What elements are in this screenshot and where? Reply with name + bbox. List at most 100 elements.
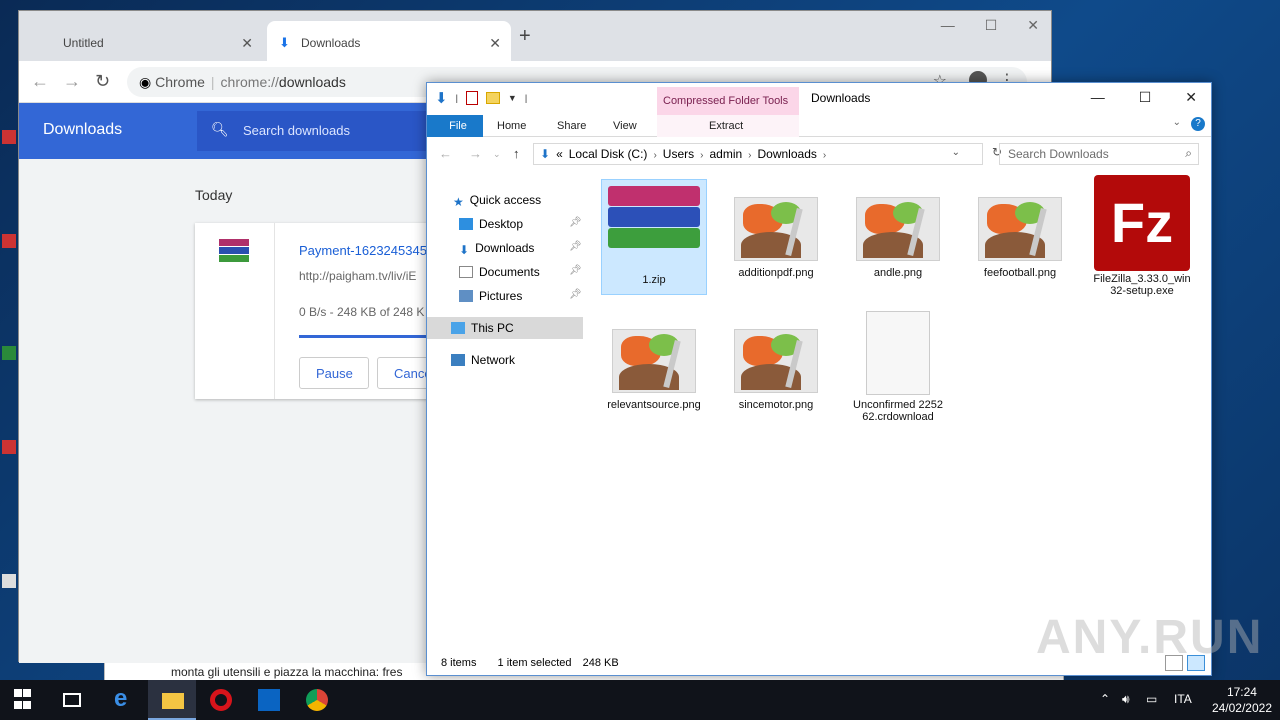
desktop-shortcut-icon[interactable] xyxy=(2,342,18,382)
sidebar-item-quick-access[interactable]: ★ Quick access xyxy=(453,189,541,211)
properties-icon[interactable] xyxy=(465,91,478,105)
taskbar-edge[interactable]: e xyxy=(100,680,148,720)
desktop-shortcut-icon[interactable] xyxy=(2,230,18,270)
explorer-title-bar: ⬇ | ▼ | Compressed Folder Tools Download… xyxy=(427,83,1211,117)
sidebar-item-desktop[interactable]: Desktop 📌︎ xyxy=(459,213,585,235)
sidebar-item-this-pc[interactable]: This PC xyxy=(427,317,583,339)
input-language[interactable]: ITA xyxy=(1174,692,1192,706)
breadcrumb-item[interactable]: Users xyxy=(663,147,694,161)
clock-date: 24/02/2022 xyxy=(1211,701,1272,715)
file-name: relevantsource.png xyxy=(607,399,701,411)
new-tab-icon[interactable]: + xyxy=(519,25,531,48)
page-title: Downloads xyxy=(43,121,123,138)
chevron-down-icon[interactable]: ⌄ xyxy=(952,147,960,158)
paint-image-icon xyxy=(856,197,940,261)
chevron-right-icon[interactable]: › xyxy=(653,150,656,161)
maximize-icon[interactable]: ☐ xyxy=(985,17,998,34)
file-item[interactable]: relevantsource.png xyxy=(601,321,707,439)
volume-icon[interactable]: 🔊︎ xyxy=(1122,692,1130,707)
chevron-right-icon[interactable]: › xyxy=(748,150,751,161)
close-tab-icon[interactable]: ✕ xyxy=(489,35,501,52)
minimize-icon[interactable]: — xyxy=(1091,89,1105,106)
close-icon[interactable]: ✕ xyxy=(1185,89,1197,106)
pin-icon[interactable]: 📌︎ xyxy=(569,289,582,300)
sidebar-item-pictures[interactable]: Pictures 📌︎ xyxy=(459,285,585,307)
download-progress-bar xyxy=(299,335,429,338)
back-icon[interactable]: ← xyxy=(31,71,49,92)
sidebar-item-label: Documents xyxy=(479,265,540,279)
download-source-url[interactable]: http://paigham.tv/liv/iE xyxy=(299,269,416,283)
download-filename-link[interactable]: Payment-1623245345- xyxy=(299,243,431,258)
file-item[interactable]: sincemotor.png xyxy=(723,321,829,425)
clock[interactable]: 17:24 24/02/2022 xyxy=(1212,684,1272,716)
help-icon[interactable]: ? xyxy=(1191,117,1205,131)
sidebar-item-documents[interactable]: Documents 📌︎ xyxy=(459,261,585,283)
breadcrumb-overflow[interactable]: « xyxy=(556,147,563,161)
chevron-right-icon[interactable]: › xyxy=(823,150,826,161)
maximize-icon[interactable]: ☐ xyxy=(1139,89,1152,106)
customize-dropdown-icon[interactable]: ▼ xyxy=(508,93,517,103)
chrome-info-icon[interactable]: ◉ xyxy=(139,74,151,90)
file-item[interactable]: feefootball.png xyxy=(967,189,1073,293)
download-arrow-icon[interactable]: ⬇ xyxy=(435,89,448,107)
forward-icon[interactable]: → xyxy=(63,71,81,92)
system-tray: ⌃ 🔊︎ ▭ ITA 17:24 24/02/2022 xyxy=(1100,680,1280,720)
up-icon[interactable]: ↑ xyxy=(513,146,520,161)
file-item[interactable]: Unconfirmed 225262.crdownload xyxy=(845,311,951,451)
task-view-button[interactable] xyxy=(48,680,96,720)
desktop-shortcut-icon[interactable] xyxy=(2,126,18,166)
minimize-icon[interactable]: — xyxy=(941,17,955,34)
new-folder-icon[interactable] xyxy=(485,92,500,104)
expand-ribbon-icon[interactable]: ⌄ xyxy=(1173,117,1181,128)
taskbar-outlook[interactable] xyxy=(244,680,292,720)
search-downloads-input[interactable]: 🔍︎ Search downloads xyxy=(197,111,437,151)
network-status-icon[interactable]: ▭ xyxy=(1146,692,1157,706)
desktop-shortcut-icon[interactable] xyxy=(2,436,18,476)
breadcrumb-item[interactable]: admin xyxy=(709,147,742,161)
sidebar-item-network[interactable]: Network xyxy=(451,349,515,371)
toolbar-divider: | xyxy=(455,93,458,103)
windows-logo-icon xyxy=(14,689,36,711)
omnibox-url-path: downloads xyxy=(278,74,346,90)
sidebar-item-label: Downloads xyxy=(475,241,535,255)
breadcrumb-item[interactable]: Local Disk (C:) xyxy=(569,147,648,161)
file-item[interactable]: Fz FileZilla_3.33.0_win32-setup.exe xyxy=(1089,173,1195,303)
filezilla-icon: Fz xyxy=(1094,175,1190,271)
tab-untitled[interactable]: Untitled ✕ xyxy=(19,21,263,61)
tab-home[interactable]: Home xyxy=(485,115,538,137)
taskbar-file-explorer[interactable] xyxy=(148,680,196,720)
tab-extract[interactable]: Extract xyxy=(657,115,799,137)
start-button[interactable] xyxy=(0,680,48,720)
tab-view[interactable]: View xyxy=(601,115,649,137)
close-tab-icon[interactable]: ✕ xyxy=(241,35,253,52)
show-hidden-icons-icon[interactable]: ⌃ xyxy=(1100,692,1110,706)
breadcrumb-item[interactable]: Downloads xyxy=(758,147,817,161)
explorer-window-controls: — ☐ ✕ xyxy=(1091,89,1197,106)
forward-icon[interactable]: → xyxy=(469,146,482,161)
reload-icon[interactable]: ↻ xyxy=(95,71,110,92)
taskbar-opera[interactable] xyxy=(196,680,244,720)
recent-locations-icon[interactable]: ⌄ xyxy=(493,149,501,160)
back-icon[interactable]: ← xyxy=(439,146,452,161)
tab-share[interactable]: Share xyxy=(545,115,598,137)
chevron-right-icon[interactable]: › xyxy=(700,150,703,161)
downloads-folder-icon: ⬇ xyxy=(540,147,551,161)
sidebar-item-downloads[interactable]: ⬇ Downloads 📌︎ xyxy=(459,237,585,259)
omnibox-url-scheme: chrome:// xyxy=(220,74,279,90)
address-bar[interactable]: ⬇ « Local Disk (C:) › Users › admin › Downloads ›… xyxy=(533,143,1002,165)
pin-icon[interactable]: 📌︎ xyxy=(569,241,582,252)
file-item[interactable]: 1.zip xyxy=(601,179,707,295)
pin-icon[interactable]: 📌︎ xyxy=(569,265,582,276)
search-downloads-field[interactable]: Search Downloads ⌕ xyxy=(999,143,1199,165)
item-count: 8 items xyxy=(441,657,477,669)
file-item[interactable]: additionpdf.png xyxy=(723,189,829,293)
taskbar-chrome[interactable] xyxy=(292,680,340,720)
desktop-shortcut-icon[interactable] xyxy=(2,570,18,610)
pause-button[interactable]: Pause xyxy=(299,357,369,389)
file-item[interactable]: andle.png xyxy=(845,189,951,293)
tab-downloads[interactable]: ⬇ Downloads ✕ xyxy=(267,21,511,61)
close-icon[interactable]: ✕ xyxy=(1027,17,1039,34)
tab-file[interactable]: File xyxy=(427,115,483,137)
sidebar-item-label: Pictures xyxy=(479,289,523,303)
pin-icon[interactable]: 📌︎ xyxy=(569,217,582,228)
